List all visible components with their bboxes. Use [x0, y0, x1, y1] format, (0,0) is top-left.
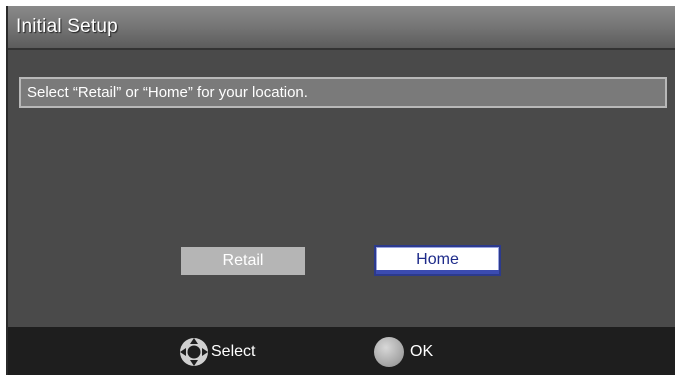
select-hint-label: Select: [211, 343, 256, 360]
ok-hint: OK: [374, 337, 434, 367]
home-button[interactable]: Home: [374, 245, 501, 276]
ok-button-icon: [374, 337, 404, 367]
footer-hint-bar: Select OK: [8, 327, 675, 375]
dpad-icon: [179, 337, 209, 367]
retail-button[interactable]: Retail: [181, 247, 305, 275]
title-bar: Initial Setup: [8, 6, 675, 50]
page-title: Initial Setup: [16, 16, 118, 37]
ok-hint-label: OK: [410, 343, 434, 360]
instruction-text: Select “Retail” or “Home” for your locat…: [27, 84, 308, 101]
select-hint: Select: [179, 337, 256, 367]
initial-setup-panel: Initial Setup Select “Retail” or “Home” …: [6, 6, 675, 375]
tv-screen: Initial Setup Select “Retail” or “Home” …: [0, 0, 675, 375]
instruction-box: Select “Retail” or “Home” for your locat…: [19, 77, 667, 108]
